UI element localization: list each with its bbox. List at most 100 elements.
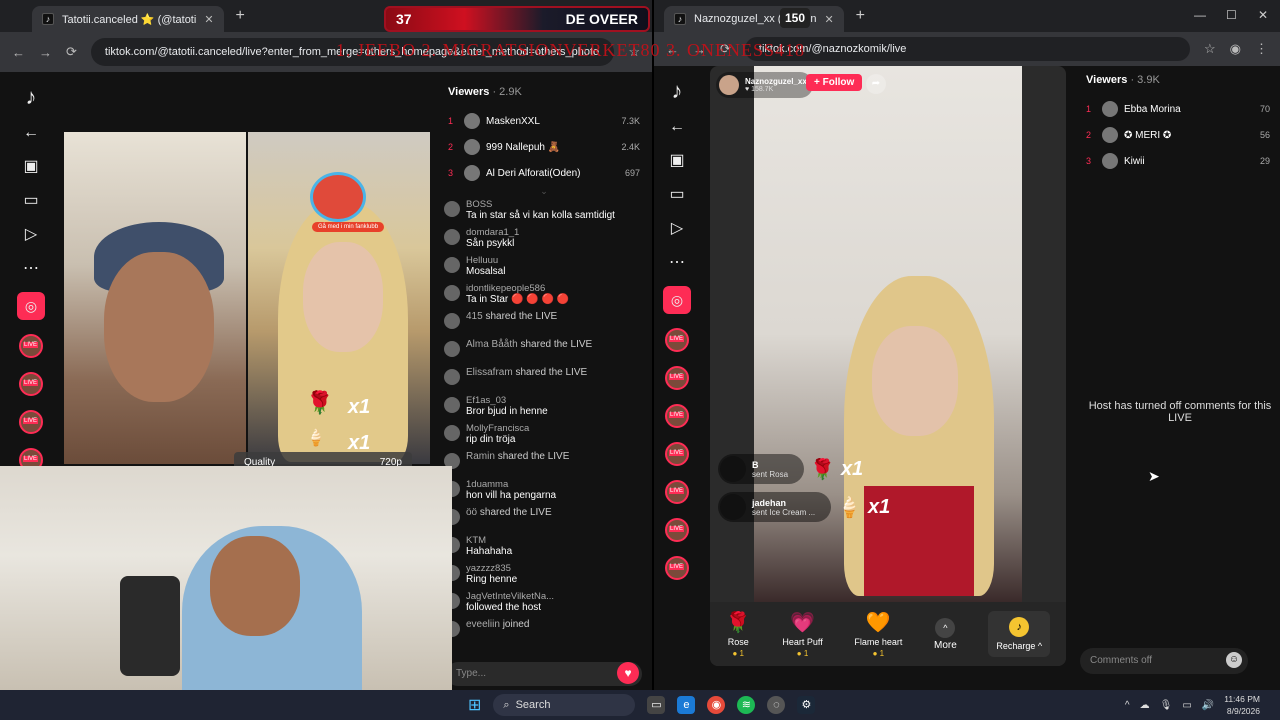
fanclub-sticker-icon[interactable]	[310, 172, 366, 222]
live-avatar[interactable]	[19, 334, 43, 358]
more-icon[interactable]: ⋯	[669, 252, 685, 272]
live-avatar[interactable]	[665, 328, 689, 352]
tiktok-logo-icon[interactable]: ♪	[672, 78, 683, 104]
avatar[interactable]	[444, 397, 460, 413]
avatar[interactable]	[1102, 101, 1118, 117]
avatar[interactable]	[464, 139, 480, 155]
right-live-video[interactable]: Naznozguzel_xx ♥ 158.7K + Follow ➦ Bsent…	[710, 66, 1066, 666]
new-tab-icon[interactable]: +	[856, 7, 865, 25]
avatar[interactable]	[444, 341, 460, 357]
chat-username[interactable]: Helluuu	[466, 255, 505, 266]
clock[interactable]: 11:46 PM 8/9/2026	[1224, 693, 1260, 717]
avatar[interactable]	[444, 257, 460, 273]
avatar[interactable]	[1102, 127, 1118, 143]
display-icon[interactable]: ▭	[1182, 700, 1191, 711]
task-view-icon[interactable]: ▭	[647, 696, 666, 714]
close-tab-icon[interactable]: ✕	[824, 13, 833, 26]
avatar[interactable]	[720, 494, 746, 520]
chat-username[interactable]: Elissafram	[466, 367, 515, 378]
go-live-button[interactable]: ◎	[17, 292, 45, 320]
chevron-up-icon[interactable]: ^	[1125, 700, 1130, 711]
avatar[interactable]	[464, 165, 480, 181]
chat-username[interactable]: domdara1_1	[466, 227, 519, 238]
new-tab-icon[interactable]: +	[236, 7, 245, 25]
avatar[interactable]	[444, 201, 460, 217]
live-avatar[interactable]	[665, 442, 689, 466]
recharge-button[interactable]: ♪ Recharge ^	[988, 611, 1051, 657]
gift-option[interactable]: 🌹 Rose ● 1	[726, 610, 751, 658]
chat-username[interactable]: öö	[466, 507, 480, 518]
live-avatar[interactable]	[19, 372, 43, 396]
back-icon[interactable]: ←	[12, 45, 25, 60]
avatar[interactable]	[1102, 153, 1118, 169]
chat-username[interactable]: Alma Bååth	[466, 339, 520, 350]
chat-input[interactable]: Type...	[446, 662, 642, 686]
tab-tatotii[interactable]: ♪ Tatotii.canceled ⭐ (@tatoti ✕	[32, 6, 224, 32]
live-avatar[interactable]	[665, 480, 689, 504]
network-icon[interactable]: ☁	[1140, 700, 1150, 711]
live-avatar[interactable]	[665, 404, 689, 428]
more-gifts-button[interactable]: ^ More	[934, 617, 957, 651]
chat-username[interactable]: idontlikepeople586	[466, 283, 569, 294]
live-avatar[interactable]	[665, 366, 689, 390]
chat-username[interactable]: JagVetInteVilketNa...	[466, 591, 554, 602]
close-tab-icon[interactable]: ✕	[204, 13, 213, 26]
spotify-icon[interactable]: ≋	[737, 696, 756, 714]
back-arrow-icon[interactable]: ←	[23, 124, 39, 142]
bookmark-star-icon[interactable]: ☆	[1204, 41, 1216, 57]
live-avatar[interactable]	[665, 518, 689, 542]
explore-icon[interactable]: ▷	[671, 218, 683, 238]
viewer-row[interactable]: 1 Ebba Morina 70	[1076, 96, 1280, 122]
taskbar-search[interactable]: ⌕ Search	[493, 694, 636, 716]
chat-username[interactable]: Ef1as_03	[466, 395, 548, 406]
like-heart-button[interactable]: ♥	[617, 662, 639, 684]
forward-icon[interactable]: →	[39, 45, 52, 60]
chat-username[interactable]: eveeliin	[466, 619, 503, 630]
viewer-row[interactable]: 2 999 Nallepuh 🧸 2.4K	[438, 134, 650, 160]
video-camera-icon[interactable]: ▭	[23, 190, 38, 210]
live-tv-icon[interactable]: ▣	[669, 150, 684, 170]
avatar[interactable]	[444, 369, 460, 385]
menu-icon[interactable]: ⋮	[1255, 41, 1268, 57]
go-live-button[interactable]: ◎	[663, 286, 691, 314]
chat-username[interactable]: BOSS	[466, 199, 615, 210]
chat-username[interactable]: KTM	[466, 535, 512, 546]
host-avatar[interactable]	[719, 75, 739, 95]
url-field[interactable]: tiktok.com/@naznozkomik/live	[744, 37, 1190, 61]
avatar[interactable]	[720, 456, 746, 482]
app-icon[interactable]: ◌	[767, 696, 786, 714]
close-window-icon[interactable]: ✕	[1258, 8, 1268, 22]
chat-username[interactable]: Ramin	[466, 451, 498, 462]
viewer-row[interactable]: 1 MaskenXXL 7.3K	[438, 108, 650, 134]
volume-icon[interactable]: 🔊	[1202, 700, 1214, 711]
viewer-row[interactable]: 3 Al Deri Alforati(Oden) 697	[438, 160, 650, 186]
avatar[interactable]	[444, 313, 460, 329]
reload-icon[interactable]: ⟳	[66, 44, 77, 60]
back-arrow-icon[interactable]: ←	[669, 118, 685, 136]
emoji-icon[interactable]: ☺	[1226, 652, 1242, 668]
video-camera-icon[interactable]: ▭	[669, 184, 684, 204]
maximize-icon[interactable]: ☐	[1226, 8, 1237, 22]
host-info[interactable]: Naznozguzel_xx ♥ 158.7K	[716, 72, 813, 98]
viewer-row[interactable]: 2 ✪ MERI ✪ 56	[1076, 122, 1280, 148]
viewer-row[interactable]: 3 Kiwii 29	[1076, 148, 1280, 174]
steam-icon[interactable]: ⚙	[797, 696, 816, 714]
chrome-icon[interactable]: ◉	[707, 696, 726, 714]
live-tv-icon[interactable]: ▣	[23, 156, 38, 176]
windows-start-icon[interactable]: ⊞	[468, 695, 481, 715]
gift-option[interactable]: 💗 Heart Puff ● 1	[782, 610, 822, 658]
video-feed-guest[interactable]: Gå med i min fanklubb 🌹 x1 🍦 x1	[248, 132, 430, 464]
chat-username[interactable]: MollyFrancisca	[466, 423, 529, 434]
explore-icon[interactable]: ▷	[25, 224, 37, 244]
share-icon[interactable]: ➦	[866, 74, 886, 94]
avatar[interactable]	[464, 113, 480, 129]
tab-naznozguzel[interactable]: ♪ Naznozguzel_xx (@nazn ✕	[664, 6, 844, 32]
live-avatar[interactable]	[19, 410, 43, 434]
follow-button[interactable]: + Follow	[806, 74, 863, 91]
more-icon[interactable]: ⋯	[23, 258, 39, 278]
avatar[interactable]	[444, 229, 460, 245]
live-avatar[interactable]	[665, 556, 689, 580]
chat-username[interactable]: yazzzz835	[466, 563, 517, 574]
chat-username[interactable]: 1duamma	[466, 479, 556, 490]
chat-username[interactable]: 415	[466, 311, 485, 322]
